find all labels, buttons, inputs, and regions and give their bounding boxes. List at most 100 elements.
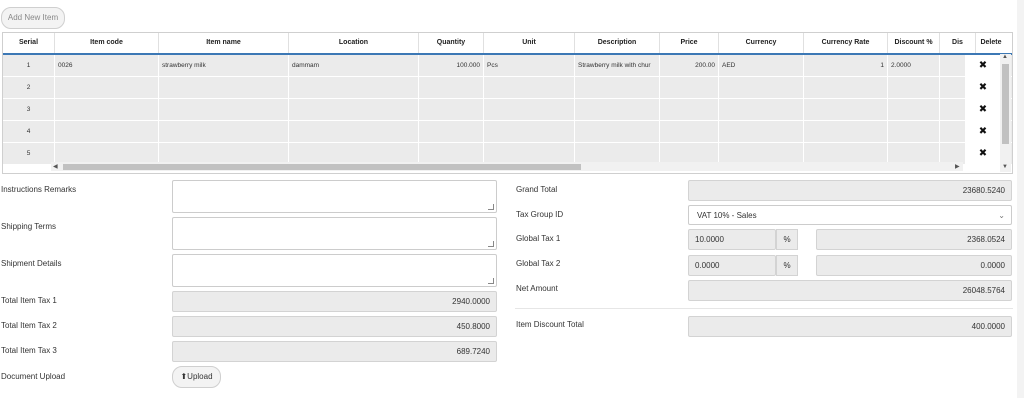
total-item-tax3-label: Total Item Tax 3: [1, 346, 57, 355]
cell-description[interactable]: [575, 77, 660, 98]
col-discount[interactable]: Discount %: [888, 33, 940, 53]
global-tax1-label: Global Tax 1: [516, 234, 561, 243]
delete-row-icon[interactable]: ✖: [965, 99, 1001, 120]
page-scrollbar[interactable]: [1017, 0, 1024, 398]
col-currency-rate[interactable]: Currency Rate: [804, 33, 888, 53]
col-dis[interactable]: Dis: [940, 33, 976, 53]
col-description[interactable]: Description: [575, 33, 660, 53]
global-tax1-amount-field: 2368.0524: [816, 229, 1012, 250]
col-serial[interactable]: Serial: [3, 33, 55, 53]
cell-item-name[interactable]: [159, 121, 289, 142]
cell-item-code[interactable]: [55, 143, 159, 164]
vertical-scrollbar[interactable]: ▲ ▼: [1000, 54, 1011, 172]
col-unit[interactable]: Unit: [484, 33, 575, 53]
cell-discount[interactable]: 2.0000: [888, 55, 940, 76]
tax-group-label: Tax Group ID: [516, 210, 564, 219]
scroll-down-icon[interactable]: ▼: [1002, 164, 1008, 170]
total-item-tax1-label: Total Item Tax 1: [1, 296, 57, 305]
table-row[interactable]: 4 ✖: [3, 121, 1012, 143]
delete-row-icon[interactable]: ✖: [965, 121, 1001, 142]
cell-item-code[interactable]: [55, 99, 159, 120]
cell-unit[interactable]: [484, 121, 575, 142]
col-currency[interactable]: Currency: [719, 33, 804, 53]
global-tax1-rate-field[interactable]: 10.0000: [688, 229, 776, 250]
cell-location[interactable]: [289, 99, 419, 120]
cell-quantity[interactable]: 100.000: [419, 55, 484, 76]
cell-currency[interactable]: [719, 121, 804, 142]
cell-item-code[interactable]: [55, 121, 159, 142]
cell-item-code[interactable]: [55, 77, 159, 98]
table-row[interactable]: 1 0026 strawberry milk dammam 100.000 Pc…: [3, 55, 1012, 77]
horizontal-scrollbar[interactable]: ◀ ▶: [51, 162, 963, 171]
col-item-name[interactable]: Item name: [159, 33, 289, 53]
cell-description[interactable]: [575, 99, 660, 120]
cell-item-name[interactable]: [159, 99, 289, 120]
net-amount-label: Net Amount: [516, 284, 558, 293]
col-price[interactable]: Price: [660, 33, 719, 53]
cell-currency[interactable]: [719, 99, 804, 120]
col-quantity[interactable]: Quantity: [419, 33, 484, 53]
upload-button[interactable]: ⬆Upload: [172, 366, 221, 388]
cell-item-code[interactable]: 0026: [55, 55, 159, 76]
cell-description[interactable]: [575, 143, 660, 164]
cell-location[interactable]: dammam: [289, 55, 419, 76]
horizontal-scroll-thumb[interactable]: [63, 164, 581, 170]
cell-price[interactable]: [660, 77, 719, 98]
cell-unit[interactable]: [484, 143, 575, 164]
upload-button-label: Upload: [187, 372, 213, 381]
cell-discount[interactable]: [888, 77, 940, 98]
cell-currency-rate[interactable]: [804, 143, 888, 164]
cell-location[interactable]: [289, 77, 419, 98]
col-item-code[interactable]: Item code: [55, 33, 159, 53]
cell-unit[interactable]: [484, 77, 575, 98]
scroll-right-icon[interactable]: ▶: [955, 163, 960, 170]
cell-location[interactable]: [289, 143, 419, 164]
cell-location[interactable]: [289, 121, 419, 142]
table-row[interactable]: 3 ✖: [3, 99, 1012, 121]
cell-discount[interactable]: [888, 121, 940, 142]
cell-quantity[interactable]: [419, 99, 484, 120]
cell-quantity[interactable]: [419, 143, 484, 164]
cell-unit[interactable]: Pcs: [484, 55, 575, 76]
cell-description[interactable]: [575, 121, 660, 142]
cell-discount[interactable]: [888, 99, 940, 120]
cell-discount[interactable]: [888, 143, 940, 164]
delete-row-icon[interactable]: ✖: [965, 77, 1001, 98]
cell-currency[interactable]: AED: [719, 55, 804, 76]
tax-group-select[interactable]: VAT 10% - Sales ⌄: [688, 205, 1012, 225]
scroll-left-icon[interactable]: ◀: [53, 163, 58, 170]
cell-currency[interactable]: [719, 143, 804, 164]
cell-quantity[interactable]: [419, 77, 484, 98]
cell-price[interactable]: 200.00: [660, 55, 719, 76]
col-location[interactable]: Location: [289, 33, 419, 53]
tax-group-value: VAT 10% - Sales: [697, 211, 757, 220]
col-delete: Delete: [980, 39, 1002, 46]
delete-row-icon[interactable]: ✖: [965, 55, 1001, 76]
shipping-terms-textarea[interactable]: [172, 217, 497, 250]
cell-price[interactable]: [660, 121, 719, 142]
cell-price[interactable]: [660, 143, 719, 164]
instructions-remarks-textarea[interactable]: [172, 180, 497, 213]
vertical-scroll-thumb[interactable]: [1002, 64, 1009, 144]
cell-item-name[interactable]: strawberry milk: [159, 55, 289, 76]
shipment-details-textarea[interactable]: [172, 254, 497, 287]
cell-item-name[interactable]: [159, 77, 289, 98]
cell-currency-rate[interactable]: [804, 121, 888, 142]
delete-row-icon[interactable]: ✖: [965, 143, 1001, 164]
cell-item-name[interactable]: [159, 143, 289, 164]
table-row[interactable]: 2 ✖: [3, 77, 1012, 99]
cell-currency-rate[interactable]: 1: [804, 55, 888, 76]
cell-price[interactable]: [660, 99, 719, 120]
global-tax2-rate-field[interactable]: 0.0000: [688, 255, 776, 276]
add-new-item-button[interactable]: Add New Item: [1, 7, 65, 29]
cell-currency[interactable]: [719, 77, 804, 98]
cell-description[interactable]: Strawberry milk with chur: [575, 55, 660, 76]
item-discount-total-field: 400.0000: [688, 316, 1012, 337]
scroll-up-icon[interactable]: ▲: [1002, 54, 1008, 60]
shipping-terms-label: Shipping Terms: [1, 222, 56, 231]
grand-total-field: 23680.5240: [688, 180, 1012, 201]
cell-unit[interactable]: [484, 99, 575, 120]
cell-currency-rate[interactable]: [804, 99, 888, 120]
cell-currency-rate[interactable]: [804, 77, 888, 98]
cell-quantity[interactable]: [419, 121, 484, 142]
